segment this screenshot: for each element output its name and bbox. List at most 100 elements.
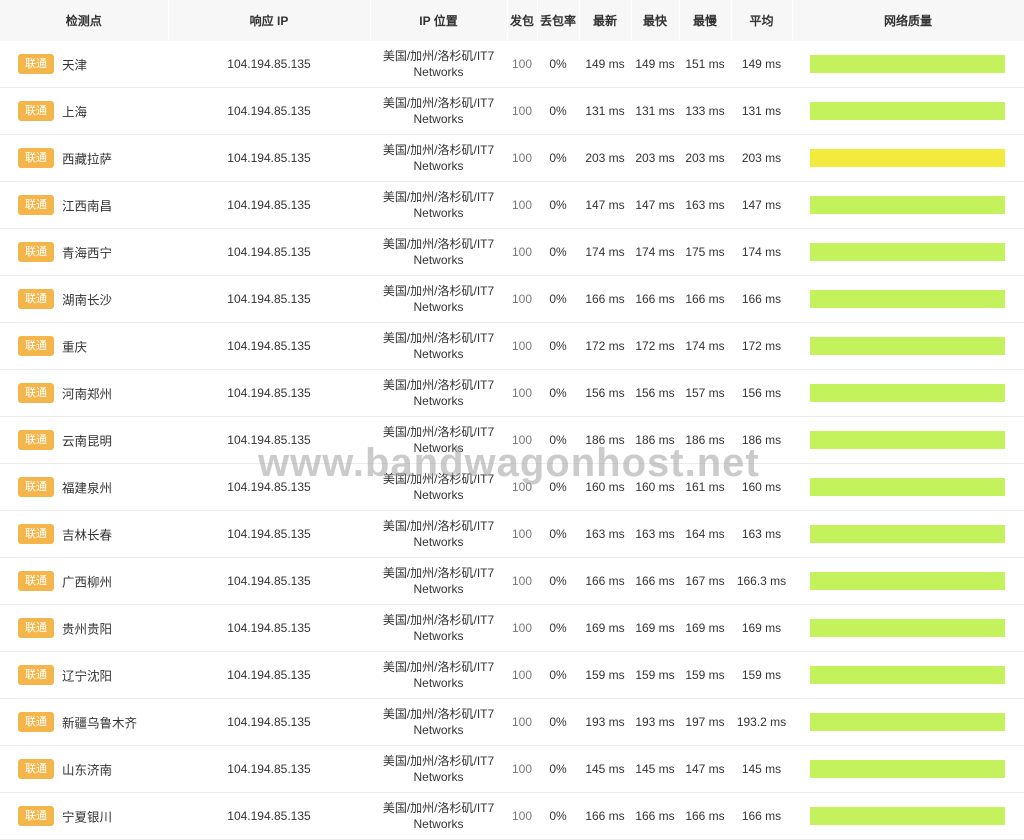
quality-bar xyxy=(810,102,1005,120)
cell-ip: 104.194.85.135 xyxy=(168,416,370,464)
cell-ip: 104.194.85.135 xyxy=(168,463,370,511)
cell-average: 174 ms xyxy=(731,228,792,276)
cell-node: 联通 青海西宁 xyxy=(0,228,168,276)
cell-slowest: 167 ms xyxy=(679,557,731,605)
header-sent[interactable]: 发包 xyxy=(507,0,538,41)
cell-quality xyxy=(792,181,1024,229)
cell-quality xyxy=(792,698,1024,746)
cell-average: 166.3 ms xyxy=(731,557,792,605)
cell-node: 联通 重庆 xyxy=(0,322,168,370)
location-org: Networks xyxy=(413,206,464,220)
cell-loss: 0% xyxy=(537,792,579,840)
cell-average: 160 ms xyxy=(731,463,792,511)
table-row: 联通 新疆乌鲁木齐 104.194.85.135 美国/加州/洛杉矶/IT7 Netwo… xyxy=(0,698,1024,746)
table-row: 联通 江西南昌 104.194.85.135 美国/加州/洛杉矶/IT7 Network… xyxy=(0,181,1024,229)
header-slowest[interactable]: 最慢 xyxy=(679,0,732,41)
cell-loss: 0% xyxy=(537,134,579,182)
table-row: 联通 山东济南 104.194.85.135 美国/加州/洛杉矶/IT7 Network… xyxy=(0,745,1024,793)
cell-fastest: 156 ms xyxy=(631,369,679,417)
header-fastest[interactable]: 最快 xyxy=(631,0,680,41)
cell-fastest: 169 ms xyxy=(631,604,679,652)
isp-badge: 联通 xyxy=(18,383,54,403)
cell-sent: 100 xyxy=(507,792,537,840)
cell-fastest: 193 ms xyxy=(631,698,679,746)
cell-latest: 203 ms xyxy=(579,134,631,182)
cell-node: 联通 宁夏银川 xyxy=(0,792,168,840)
cell-loss: 0% xyxy=(537,181,579,229)
header-ip[interactable]: 响应 IP xyxy=(168,0,371,41)
ping-results-table: 检测点 响应 IP IP 位置 发包 丢包率 最新 最快 最慢 平均 网络质量 … xyxy=(0,0,1024,840)
cell-sent: 100 xyxy=(507,463,537,511)
location-line: 美国/加州/洛杉矶/IT7 xyxy=(382,143,495,157)
header-node[interactable]: 检测点 xyxy=(0,0,169,41)
cell-location: 美国/加州/洛杉矶/IT7 Networks xyxy=(370,41,507,88)
header-quality[interactable]: 网络质量 xyxy=(792,0,1024,41)
cell-loss: 0% xyxy=(537,41,579,88)
cell-slowest: 147 ms xyxy=(679,745,731,793)
location-line: 美国/加州/洛杉矶/IT7 xyxy=(382,331,495,345)
location-org: Networks xyxy=(413,65,464,79)
cell-slowest: 186 ms xyxy=(679,416,731,464)
cell-slowest: 203 ms xyxy=(679,134,731,182)
cell-average: 156 ms xyxy=(731,369,792,417)
location-line: 美国/加州/洛杉矶/IT7 xyxy=(382,96,495,110)
cell-node: 联通 上海 xyxy=(0,87,168,135)
cell-location: 美国/加州/洛杉矶/IT7 Networks xyxy=(370,134,507,182)
cell-location: 美国/加州/洛杉矶/IT7 Networks xyxy=(370,557,507,605)
cell-quality xyxy=(792,275,1024,323)
location-line: 美国/加州/洛杉矶/IT7 xyxy=(382,49,495,63)
cell-slowest: 164 ms xyxy=(679,510,731,558)
cell-quality xyxy=(792,322,1024,370)
cell-slowest: 163 ms xyxy=(679,181,731,229)
cell-ip: 104.194.85.135 xyxy=(168,369,370,417)
cell-latest: 169 ms xyxy=(579,604,631,652)
header-average[interactable]: 平均 xyxy=(731,0,793,41)
cell-latest: 174 ms xyxy=(579,228,631,276)
cell-loss: 0% xyxy=(537,369,579,417)
header-loss[interactable]: 丢包率 xyxy=(537,0,580,41)
cell-average: 149 ms xyxy=(731,41,792,88)
cell-latest: 156 ms xyxy=(579,369,631,417)
node-city: 青海西宁 xyxy=(62,246,113,261)
isp-badge: 联通 xyxy=(18,101,54,121)
cell-loss: 0% xyxy=(537,651,579,699)
location-line: 美国/加州/洛杉矶/IT7 xyxy=(382,237,495,251)
cell-ip: 104.194.85.135 xyxy=(168,510,370,558)
cell-ip: 104.194.85.135 xyxy=(168,228,370,276)
isp-badge: 联通 xyxy=(18,618,54,638)
cell-average: 147 ms xyxy=(731,181,792,229)
location-org: Networks xyxy=(413,817,464,831)
location-org: Networks xyxy=(413,676,464,690)
cell-sent: 100 xyxy=(507,275,537,323)
quality-bar xyxy=(810,619,1005,637)
header-location[interactable]: IP 位置 xyxy=(370,0,508,41)
location-line: 美国/加州/洛杉矶/IT7 xyxy=(382,378,495,392)
table-row: 联通 贵州贵阳 104.194.85.135 美国/加州/洛杉矶/IT7 Network… xyxy=(0,604,1024,652)
cell-sent: 100 xyxy=(507,745,537,793)
cell-latest: 166 ms xyxy=(579,557,631,605)
location-org: Networks xyxy=(413,347,464,361)
cell-quality xyxy=(792,41,1024,88)
cell-quality xyxy=(792,369,1024,417)
cell-loss: 0% xyxy=(537,228,579,276)
location-line: 美国/加州/洛杉矶/IT7 xyxy=(382,566,495,580)
cell-average: 166 ms xyxy=(731,792,792,840)
cell-location: 美国/加州/洛杉矶/IT7 Networks xyxy=(370,604,507,652)
cell-average: 172 ms xyxy=(731,322,792,370)
location-line: 美国/加州/洛杉矶/IT7 xyxy=(382,660,495,674)
cell-latest: 166 ms xyxy=(579,792,631,840)
table-row: 联通 云南昆明 104.194.85.135 美国/加州/洛杉矶/IT7 Network… xyxy=(0,416,1024,464)
node-city: 西藏拉萨 xyxy=(62,152,113,167)
cell-node: 联通 天津 xyxy=(0,41,168,88)
cell-sent: 100 xyxy=(507,228,537,276)
cell-slowest: 161 ms xyxy=(679,463,731,511)
cell-node: 联通 云南昆明 xyxy=(0,416,168,464)
cell-fastest: 160 ms xyxy=(631,463,679,511)
cell-slowest: 151 ms xyxy=(679,41,731,88)
node-city: 河南郑州 xyxy=(62,387,113,402)
cell-average: 186 ms xyxy=(731,416,792,464)
header-latest[interactable]: 最新 xyxy=(579,0,632,41)
cell-loss: 0% xyxy=(537,698,579,746)
quality-bar xyxy=(810,55,1005,73)
cell-ip: 104.194.85.135 xyxy=(168,698,370,746)
